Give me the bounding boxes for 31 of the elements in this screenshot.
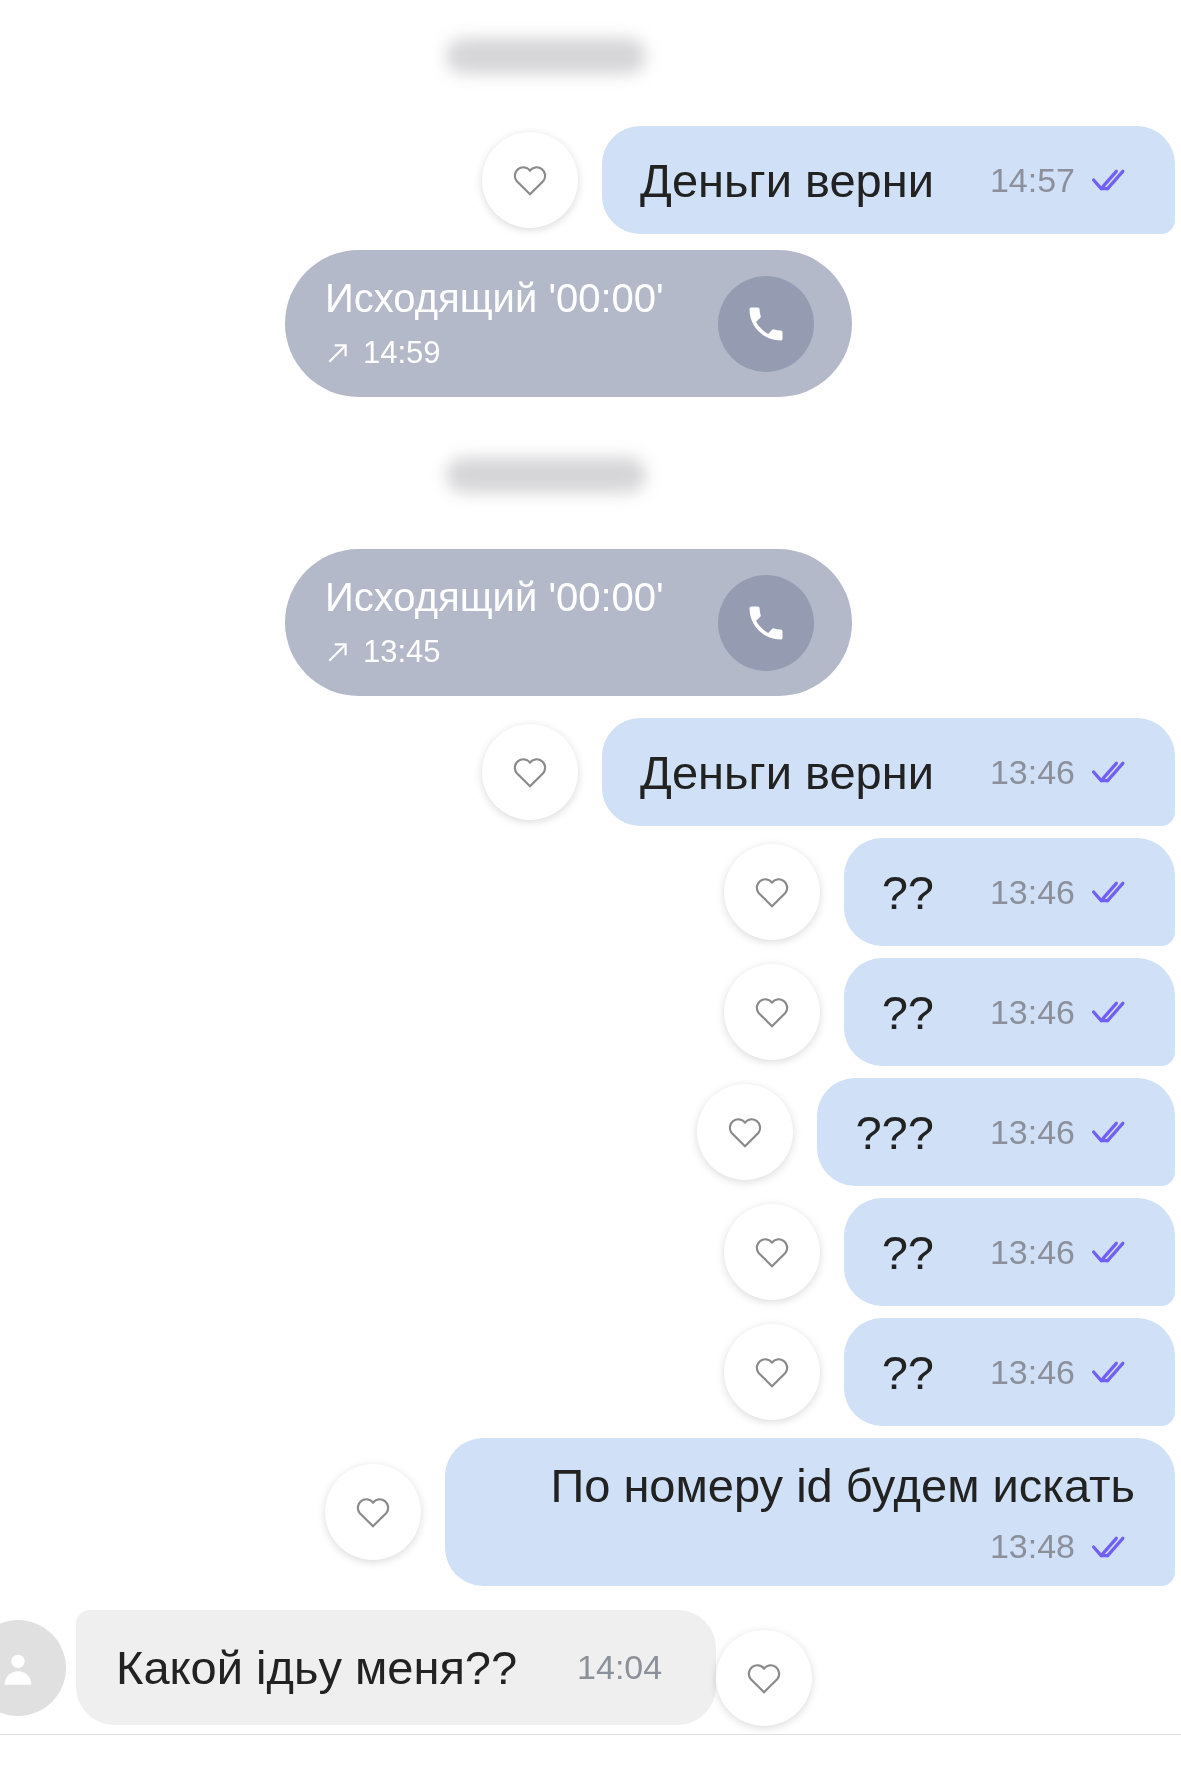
message-time: 14:57	[989, 160, 1075, 200]
message-text: По номеру id будем искать	[550, 1458, 1135, 1513]
like-button[interactable]	[482, 132, 579, 228]
message-time: 14:04	[577, 1648, 663, 1687]
message-text: ??	[881, 864, 934, 920]
message-text: Какой ідьу меня??	[116, 1640, 518, 1695]
like-button[interactable]	[482, 724, 579, 820]
like-button[interactable]	[723, 964, 820, 1060]
like-button[interactable]	[325, 1464, 421, 1560]
like-button[interactable]	[697, 1084, 794, 1180]
like-button[interactable]	[723, 844, 820, 940]
message-time: 13:46	[989, 1232, 1075, 1272]
like-button[interactable]	[723, 1204, 820, 1300]
message-text: Деньги верни	[640, 152, 934, 208]
message-text: Деньги верни	[640, 744, 934, 800]
message-time: 13:48	[989, 1527, 1075, 1566]
message-time: 13:46	[989, 1352, 1075, 1392]
message-text: ??	[881, 984, 934, 1040]
like-button[interactable]	[716, 1630, 812, 1726]
call-status: Исходящий '00:00'	[325, 575, 664, 620]
call-status: Исходящий '00:00'	[325, 276, 664, 321]
message-time: 13:46	[989, 872, 1075, 912]
message-time: 13:46	[989, 1112, 1075, 1152]
message-time: 13:46	[989, 992, 1075, 1032]
message-time: 13:46	[989, 752, 1075, 792]
message-text: ???	[855, 1104, 934, 1160]
message-text: ??	[881, 1344, 934, 1400]
message-text: ??	[881, 1224, 934, 1280]
call-time: 13:45	[363, 634, 441, 670]
call-time: 14:59	[363, 335, 441, 371]
like-button[interactable]	[723, 1324, 820, 1420]
